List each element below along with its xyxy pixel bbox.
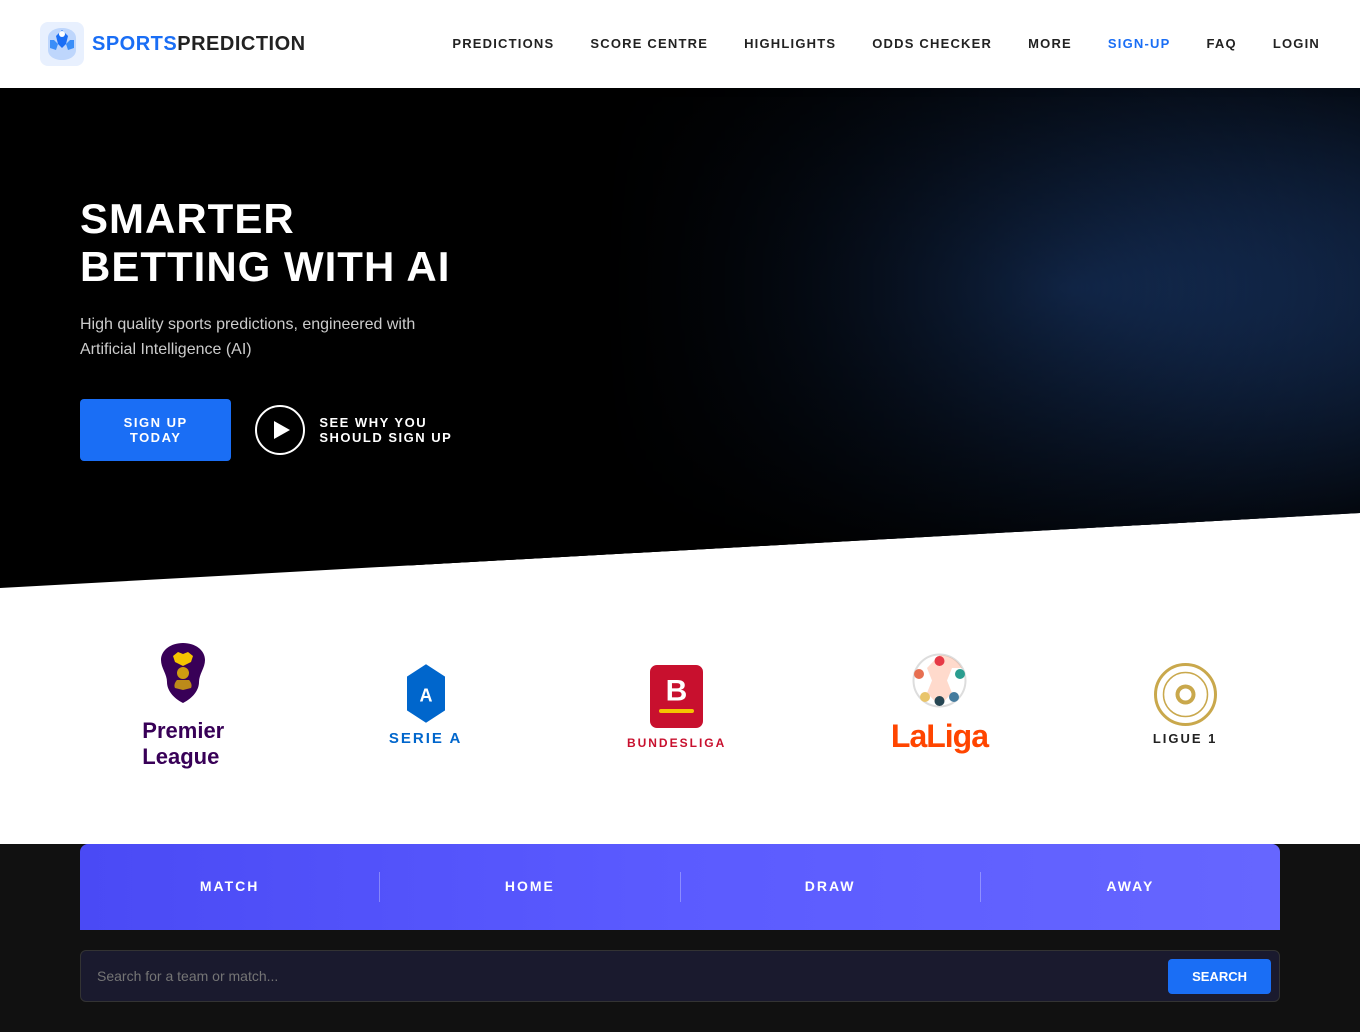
nav-item-odds-checker[interactable]: ODDS CHECKER [872, 35, 992, 53]
hero-title: SMARTER BETTING WITH AI [80, 195, 480, 292]
league-laliga[interactable]: LaLiga [891, 653, 988, 755]
hero-subtitle: High quality sports predictions, enginee… [80, 312, 460, 363]
logo-prediction: PREDICTION [177, 33, 305, 55]
pred-col-draw: DRAW [681, 878, 980, 896]
nav-item-more[interactable]: MORE [1028, 35, 1072, 53]
svg-text:B: B [666, 674, 688, 707]
nav-item-score-centre[interactable]: SCORE CENTRE [590, 35, 708, 53]
bundesliga-icon: B [644, 659, 709, 734]
logo-sports: SPORTS [92, 33, 177, 55]
play-label: SEE WHY YOU SHOULD SIGN UP [319, 415, 480, 445]
laliga-text: LaLiga [891, 718, 988, 755]
nav-item-highlights[interactable]: HIGHLIGHTS [744, 35, 836, 53]
premier-text: Premier [142, 718, 224, 744]
hero-actions: SIGN UP TODAY SEE WHY YOU SHOULD SIGN UP [80, 399, 480, 461]
pred-col-away: AWAY [981, 878, 1280, 896]
nav-links: PREDICTIONS SCORE CENTRE HIGHLIGHTS ODDS… [452, 35, 1320, 53]
search-section: SEARCH [0, 930, 1360, 1032]
ligue1-text: LIGUE 1 [1153, 731, 1218, 746]
logo[interactable]: SPORTSPREDICTION [40, 22, 306, 66]
navbar: SPORTSPREDICTION PREDICTIONS SCORE CENTR… [0, 0, 1360, 88]
play-button[interactable] [255, 405, 305, 455]
search-bar: SEARCH [80, 950, 1280, 1002]
pred-label-draw: DRAW [805, 878, 856, 894]
play-wrap: SEE WHY YOU SHOULD SIGN UP [255, 405, 480, 455]
svg-text:A: A [419, 686, 432, 706]
league-premier-league[interactable]: Premier League [142, 638, 224, 770]
pred-label-home: HOME [505, 878, 555, 894]
bundesliga-text: BUNDESLIGA [627, 736, 726, 750]
serie-a-icon: A [401, 661, 451, 726]
pred-col-match: MATCH [80, 878, 379, 896]
laliga-icon [912, 653, 967, 708]
pred-col-home: HOME [380, 878, 679, 896]
leagues-section: Premier League A SERIE A B BUNDESLIGA [0, 588, 1360, 820]
hero-section: SMARTER BETTING WITH AI High quality spo… [0, 88, 1360, 588]
league-text: League [142, 744, 224, 770]
play-icon [274, 421, 290, 439]
serie-a-text: SERIE A [389, 730, 462, 747]
bottom-section: MATCH HOME DRAW AWAY SEARCH [0, 844, 1360, 1032]
search-input[interactable] [97, 968, 1263, 984]
nav-item-signup[interactable]: SIGN-UP [1108, 35, 1171, 53]
search-button[interactable]: SEARCH [1168, 959, 1271, 994]
pred-label-match: MATCH [200, 878, 260, 894]
league-ligue1[interactable]: LIGUE 1 [1153, 662, 1218, 746]
nav-item-faq[interactable]: FAQ [1207, 35, 1237, 53]
nav-item-login[interactable]: LOGIN [1273, 35, 1320, 53]
pred-label-away: AWAY [1106, 878, 1154, 894]
predictions-bar: MATCH HOME DRAW AWAY [80, 844, 1280, 930]
nav-item-predictions[interactable]: PREDICTIONS [452, 35, 554, 53]
ligue1-icon [1153, 662, 1218, 727]
signup-button[interactable]: SIGN UP TODAY [80, 399, 231, 461]
premier-league-icon [153, 638, 213, 708]
logo-icon [40, 22, 84, 66]
league-bundesliga[interactable]: B BUNDESLIGA [627, 659, 726, 750]
league-serie-a[interactable]: A SERIE A [389, 661, 462, 747]
hero-content: SMARTER BETTING WITH AI High quality spo… [0, 115, 560, 501]
